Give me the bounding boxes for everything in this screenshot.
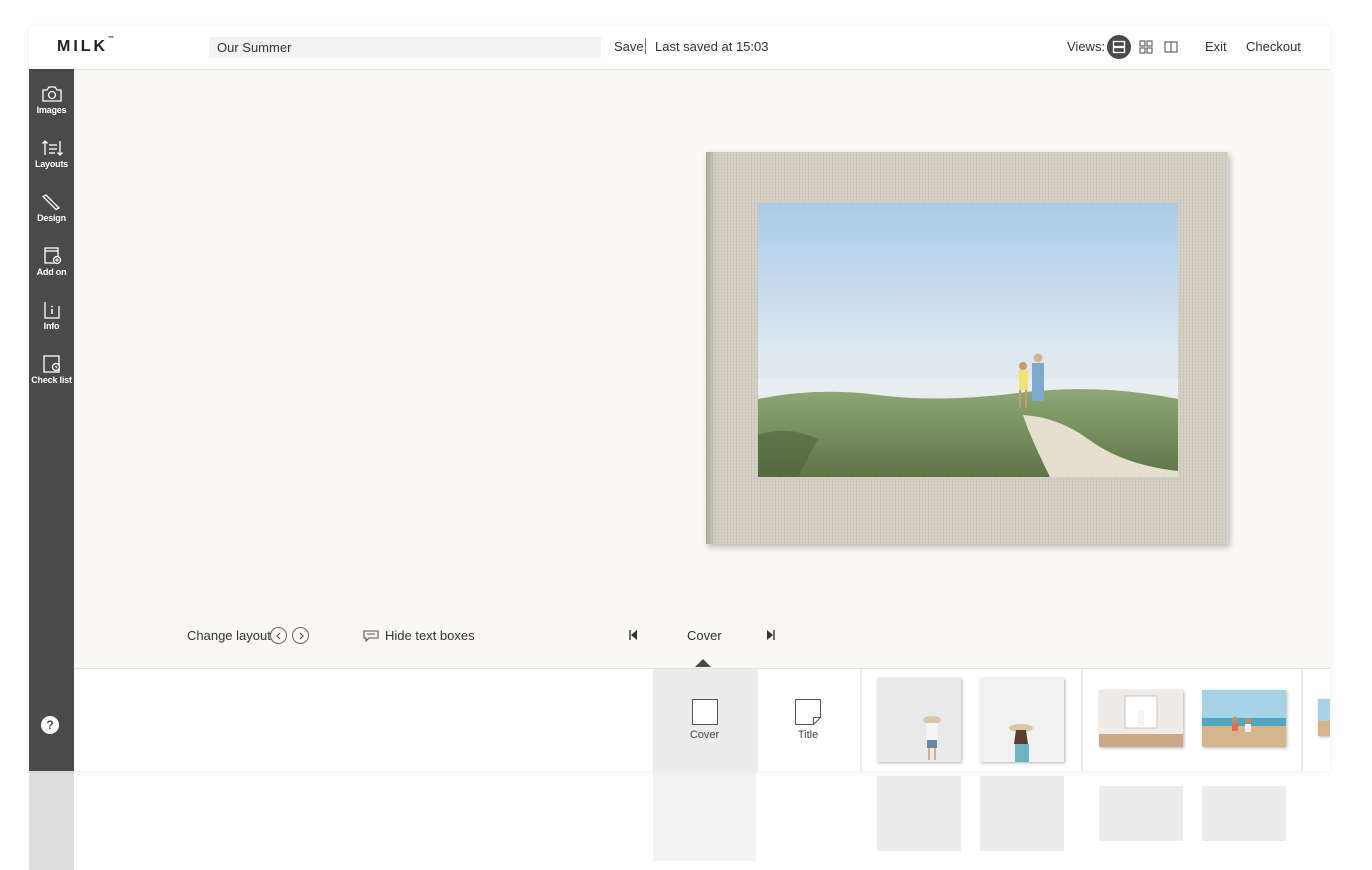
bright-room-photo <box>1099 690 1183 747</box>
camera-icon <box>41 86 62 102</box>
reflection-shapes <box>29 771 1286 870</box>
divider <box>645 38 646 54</box>
thumb-label: Cover <box>689 729 720 741</box>
previous-layout-button[interactable] <box>270 627 287 644</box>
skip-first-icon <box>629 630 637 640</box>
milk-logo[interactable]: MILK™ <box>57 36 114 56</box>
views-label: Views: <box>1067 39 1106 54</box>
save-button[interactable]: Save <box>614 39 644 54</box>
single-view-icon <box>1112 40 1126 54</box>
top-bar: MILK™ Save Last saved at 15:03 Views: Ex… <box>29 26 1330 70</box>
cover-page-icon <box>691 699 718 725</box>
first-page-button[interactable] <box>628 628 638 646</box>
title-page-icon <box>795 699 821 725</box>
change-layout-label: Change layout <box>187 628 271 643</box>
exit-link[interactable]: Exit <box>1205 39 1227 54</box>
info-icon <box>43 302 60 319</box>
text-box-icon <box>363 629 379 642</box>
sidebar-item-check-list[interactable]: Check list <box>29 355 74 405</box>
thumb-page-3[interactable] <box>1099 690 1183 747</box>
skip-last-icon <box>767 630 775 640</box>
add-on-icon <box>43 247 61 265</box>
girl-hat-teal-photo <box>980 678 1064 762</box>
book-title-input[interactable] <box>209 37 601 58</box>
partial-beach-photo <box>1318 699 1330 736</box>
beach-dunes-photo <box>758 203 1178 477</box>
view-grid-button[interactable] <box>1134 35 1158 59</box>
sidebar-item-info[interactable]: Info <box>29 301 74 351</box>
last-page-button[interactable] <box>766 628 776 646</box>
book-cover-preview[interactable] <box>706 152 1228 544</box>
spread-view-icon <box>1164 41 1178 53</box>
cover-spine-shadow <box>706 152 716 544</box>
sidebar-item-add-on[interactable]: Add on <box>29 247 74 297</box>
page-thumbnail-strip: Cover Title <box>74 668 1330 771</box>
divider <box>1301 669 1303 771</box>
sidebar-item-images[interactable]: Images <box>29 85 74 135</box>
chevron-left-icon <box>275 632 280 639</box>
current-page-label: Cover <box>687 628 722 643</box>
sidebar-item-layouts[interactable]: Layouts <box>29 139 74 189</box>
hide-text-boxes-label: Hide text boxes <box>385 628 475 643</box>
layouts-icon <box>41 140 63 156</box>
divider <box>1081 669 1083 771</box>
thumb-page-4[interactable] <box>1202 690 1286 747</box>
next-layout-button[interactable] <box>292 627 309 644</box>
sidebar-item-label: Add on <box>36 267 67 277</box>
thumb-page-2[interactable] <box>980 678 1064 762</box>
chevron-right-icon <box>299 632 304 639</box>
sidebar-item-label: Check list <box>31 375 72 385</box>
screen-reflection <box>29 771 1330 870</box>
app-window: MILK™ Save Last saved at 15:03 Views: Ex… <box>29 26 1330 771</box>
girl-hat-photo <box>877 678 961 762</box>
view-spread-button[interactable] <box>1159 35 1183 59</box>
thumb-label: Title <box>797 729 819 741</box>
sidebar-item-label: Info <box>43 321 60 331</box>
last-saved-status: Last saved at 15:03 <box>655 39 769 54</box>
sidebar-item-design[interactable]: Design <box>29 193 74 243</box>
tool-sidebar: Images Layouts Design Add on Info Check … <box>29 69 74 771</box>
hide-text-boxes-button[interactable]: Hide text boxes <box>363 628 475 643</box>
view-single-button[interactable] <box>1107 35 1131 59</box>
thumb-page-5[interactable] <box>1318 699 1330 736</box>
cover-photo[interactable] <box>758 203 1178 477</box>
dock-kids-photo <box>1202 690 1286 747</box>
sidebar-item-label: Images <box>36 105 67 115</box>
thumb-cover[interactable]: Cover <box>653 669 756 771</box>
checkout-link[interactable]: Checkout <box>1246 39 1301 54</box>
thumb-title[interactable]: Title <box>758 669 858 771</box>
pencil-icon <box>41 194 60 211</box>
grid-view-icon <box>1139 40 1153 54</box>
current-page-pointer <box>695 659 711 667</box>
help-button[interactable]: ? <box>41 716 59 734</box>
checklist-icon <box>42 355 60 373</box>
sidebar-item-label: Design <box>37 213 66 223</box>
divider <box>860 669 862 771</box>
sidebar-item-label: Layouts <box>34 159 69 169</box>
thumb-page-1[interactable] <box>877 678 961 762</box>
